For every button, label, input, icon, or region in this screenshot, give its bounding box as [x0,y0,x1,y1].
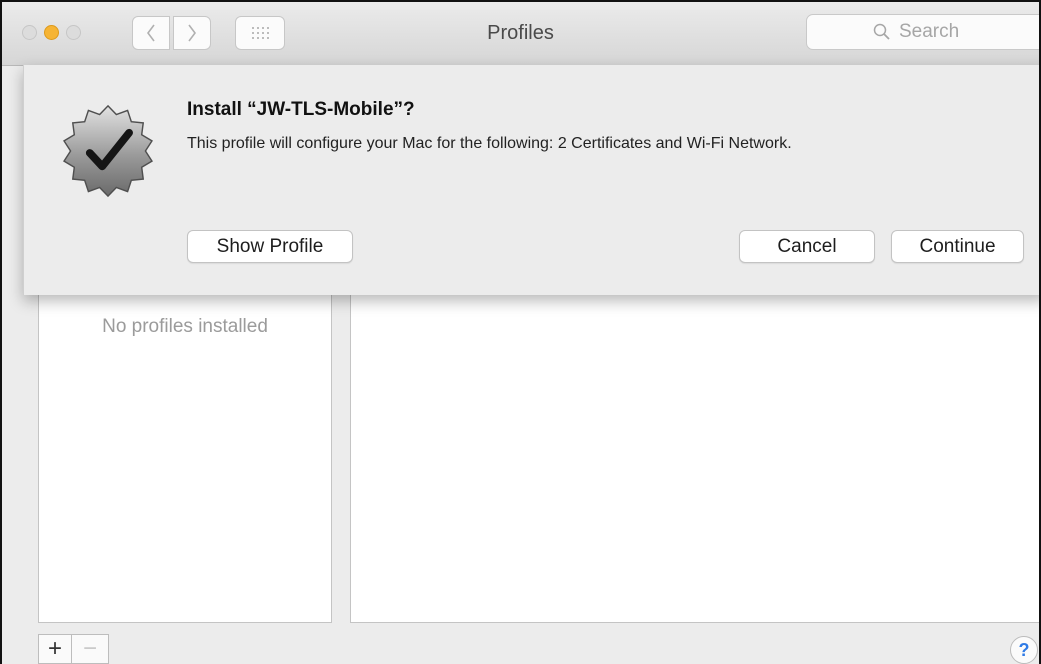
search-field[interactable]: Search [806,14,1039,50]
empty-list-message: No profiles installed [102,316,268,337]
continue-button[interactable]: Continue [891,230,1024,263]
sheet-message: This profile will configure your Mac for… [187,135,792,152]
add-profile-button[interactable]: + [38,634,72,664]
profile-detail-pane [350,287,1039,623]
profiles-list[interactable]: No profiles installed [38,287,332,623]
sheet-title: Install “JW-TLS-Mobile”? [187,99,415,120]
search-placeholder: Search [899,21,960,42]
verified-badge-icon [63,104,153,198]
show-profile-button[interactable]: Show Profile [187,230,353,263]
preferences-window: Profiles Search No profiles installed + … [0,0,1041,664]
title-bar: Profiles Search [2,2,1039,66]
install-profile-sheet: Install “JW-TLS-Mobile”? This profile wi… [23,65,1039,295]
help-button[interactable]: ? [1010,636,1038,664]
search-icon [873,23,890,40]
remove-profile-button[interactable]: − [71,634,109,664]
cancel-button[interactable]: Cancel [739,230,875,263]
